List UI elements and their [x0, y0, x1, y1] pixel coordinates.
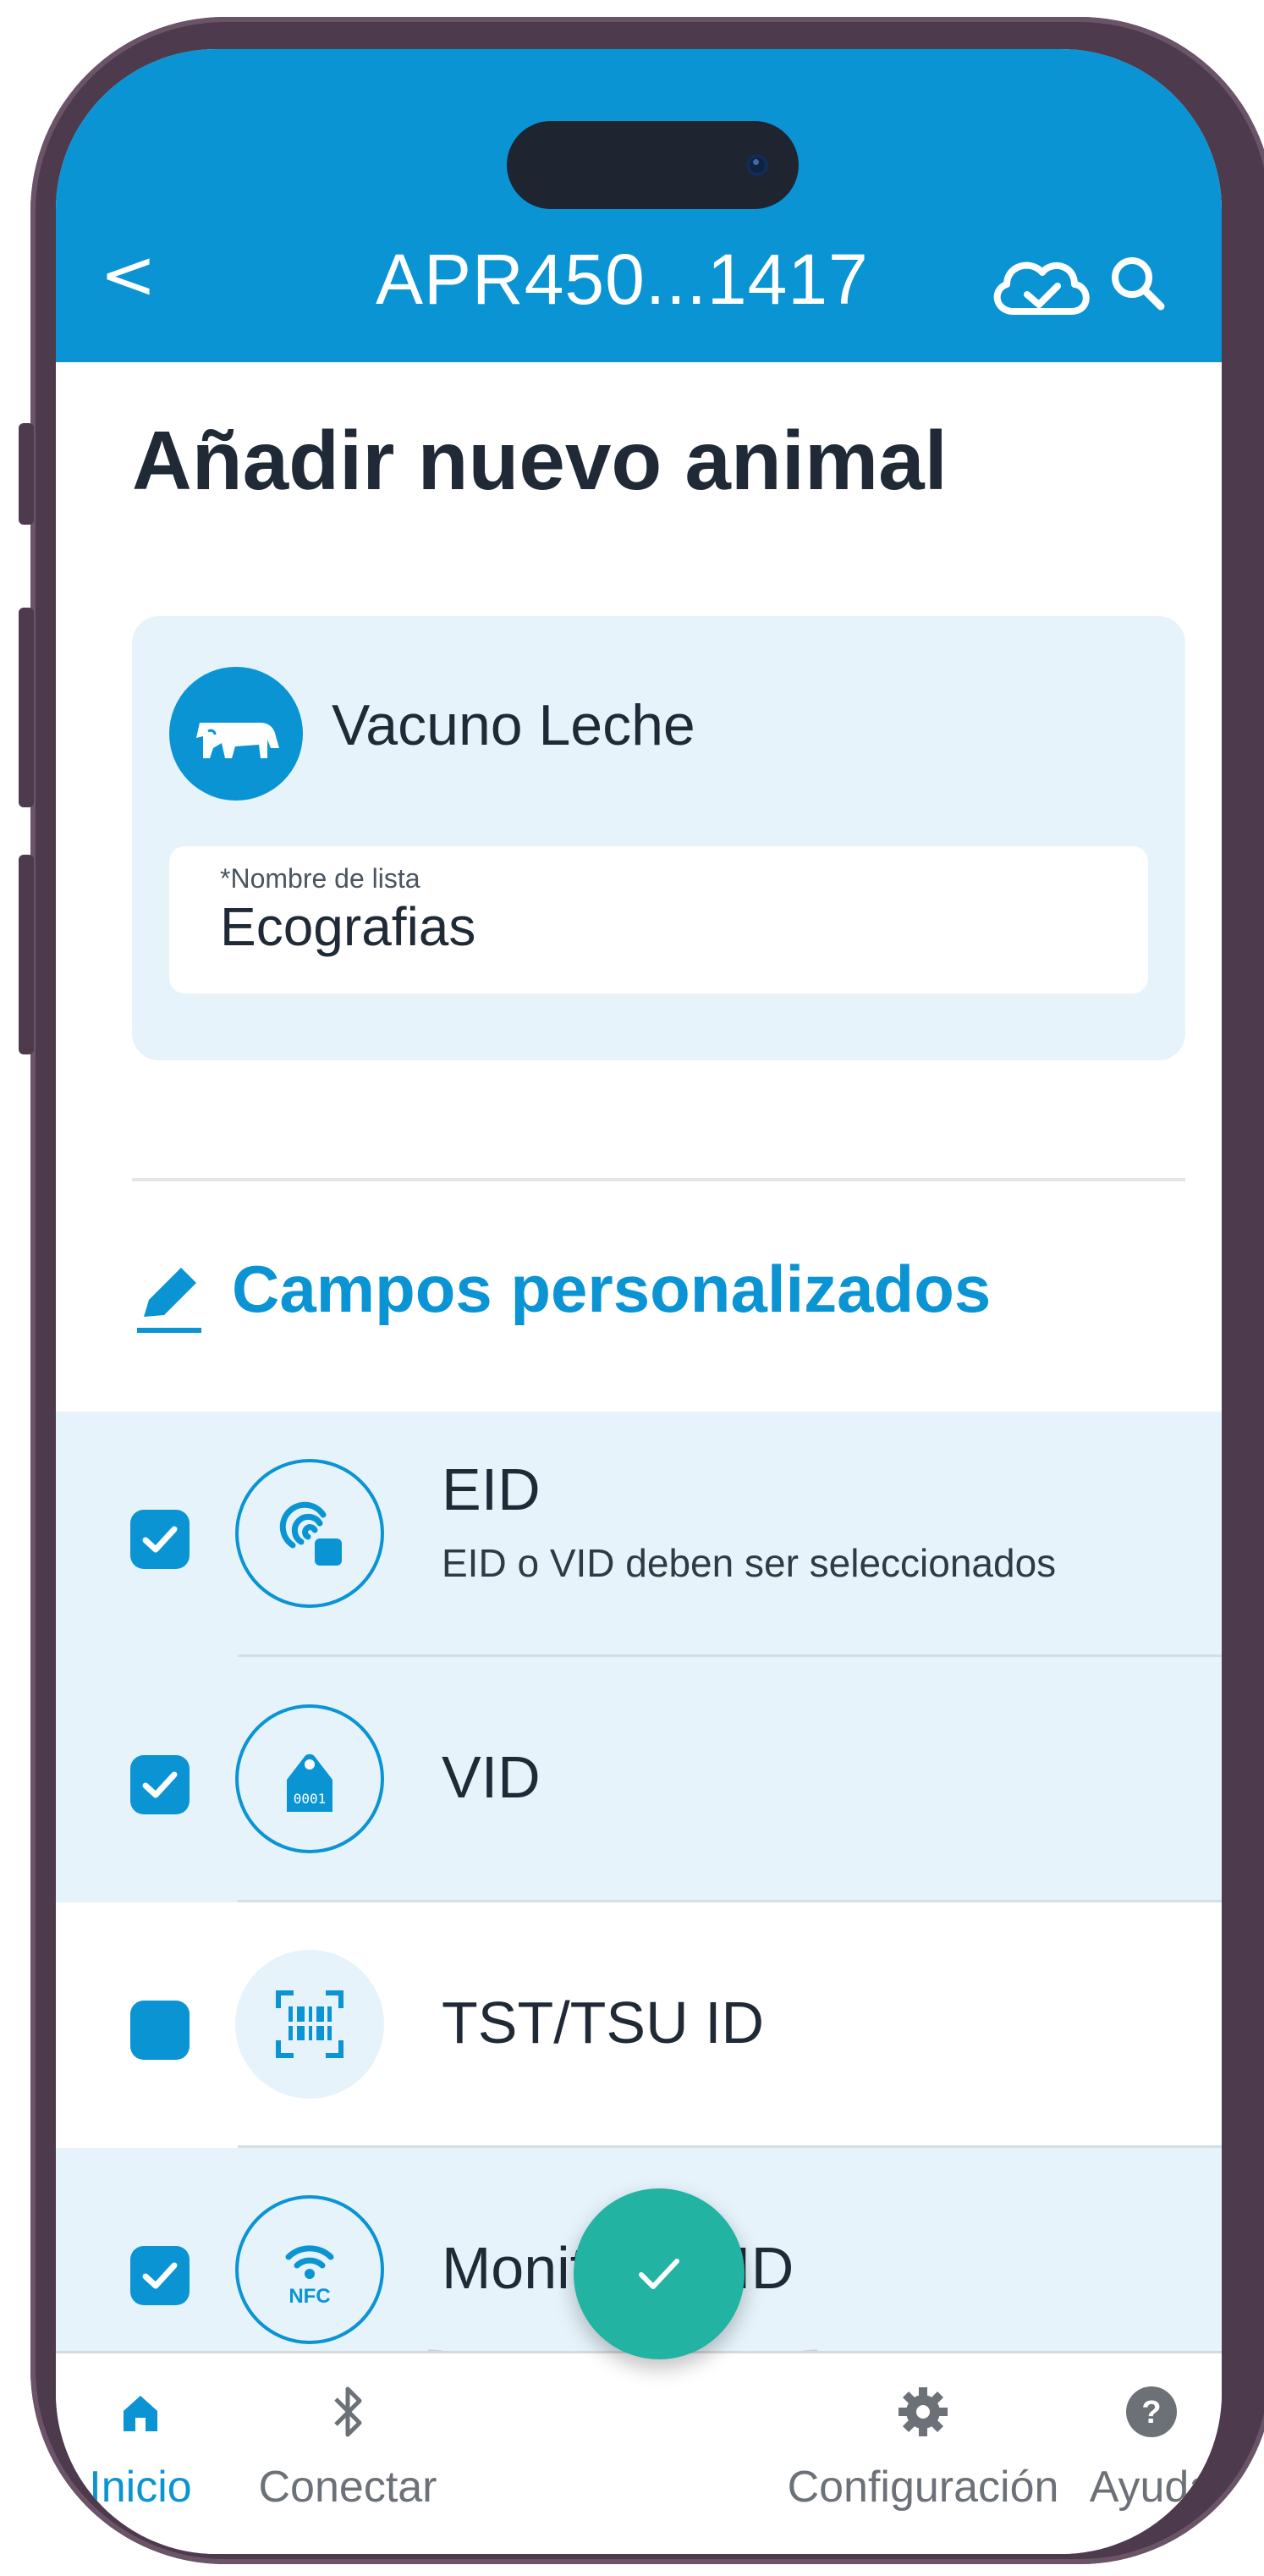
back-button[interactable]: < — [100, 237, 159, 313]
checkbox-vid[interactable] — [130, 1755, 190, 1814]
nav-label: Ayuda — [1089, 2463, 1214, 2512]
nav-label: Inicio — [89, 2463, 192, 2512]
nav-item-ayuda[interactable]: ? Ayuda — [1088, 2353, 1215, 2540]
search-icon[interactable] — [1105, 250, 1173, 318]
volume-down-button — [19, 855, 34, 1054]
page-title: Añadir nuevo animal — [132, 414, 948, 507]
section-title: Campos personalizados — [232, 1252, 992, 1326]
camera-icon — [746, 154, 768, 176]
volume-up-button — [19, 608, 34, 807]
checkbox-monitoring[interactable] — [130, 2246, 190, 2305]
nfc-badge: NFC — [289, 2285, 330, 2308]
help-icon: ? — [1126, 2386, 1177, 2437]
nav-label: Configuración — [787, 2463, 1059, 2512]
field-subtitle: EID o VID deben ser seleccionados — [442, 1541, 1057, 1585]
screen: < APR450...1417 Añadir nuevo animal Vacu… — [56, 49, 1222, 2554]
device-title: APR450...1417 — [376, 239, 869, 319]
cow-icon — [169, 667, 303, 801]
action-button — [19, 423, 34, 525]
field-title: VID — [442, 1744, 541, 1810]
field-row-eid[interactable]: EID EID o VID deben ser seleccionados — [56, 1412, 1222, 1657]
nfc-icon: NFC — [235, 2195, 384, 2344]
animal-type-label: Vacuno Leche — [332, 693, 695, 757]
tag-number: 0001 — [294, 1791, 327, 1807]
svg-text:?: ? — [1141, 2395, 1161, 2430]
check-icon — [639, 2259, 679, 2289]
ear-tag-icon: 0001 — [235, 1704, 384, 1853]
nav-label: Conectar — [258, 2463, 437, 2512]
field-title: EID — [442, 1456, 541, 1522]
app-header: < APR450...1417 — [56, 49, 1222, 362]
nav-item-configuracion[interactable]: Configuración — [767, 2353, 1080, 2540]
field-row-tst[interactable]: TST/TSU ID — [56, 1902, 1222, 2148]
barcode-icon — [235, 1950, 384, 2099]
gear-icon — [899, 2387, 948, 2436]
field-row-vid[interactable]: 0001 VID — [56, 1657, 1222, 1902]
checkbox-tst[interactable] — [130, 2001, 190, 2060]
list-name-field[interactable]: *Nombre de lista Ecografias — [169, 846, 1148, 994]
custom-fields-header: Campos personalizados — [132, 1251, 1222, 1344]
list-name-label: *Nombre de lista — [220, 863, 420, 894]
rfid-icon — [235, 1459, 384, 1608]
field-title: TST/TSU ID — [442, 1990, 765, 2056]
nav-item-inicio[interactable]: Inicio — [56, 2353, 225, 2540]
animal-type-card: Vacuno Leche *Nombre de lista Ecografias — [132, 616, 1185, 1060]
divider — [132, 1178, 1185, 1181]
checkbox-eid[interactable] — [130, 1510, 190, 1569]
confirm-fab-button[interactable] — [574, 2188, 745, 2359]
list-name-value[interactable]: Ecografias — [220, 895, 475, 958]
bluetooth-icon — [334, 2386, 362, 2437]
dynamic-island — [507, 121, 799, 209]
pencil-icon — [137, 1268, 201, 1333]
home-icon — [124, 2396, 157, 2431]
cloud-sync-icon[interactable] — [986, 250, 1096, 327]
nav-item-conectar[interactable]: Conectar — [234, 2353, 462, 2540]
bottom-navigation: Inicio Conectar Configuración ? Ayuda — [56, 2351, 1222, 2554]
